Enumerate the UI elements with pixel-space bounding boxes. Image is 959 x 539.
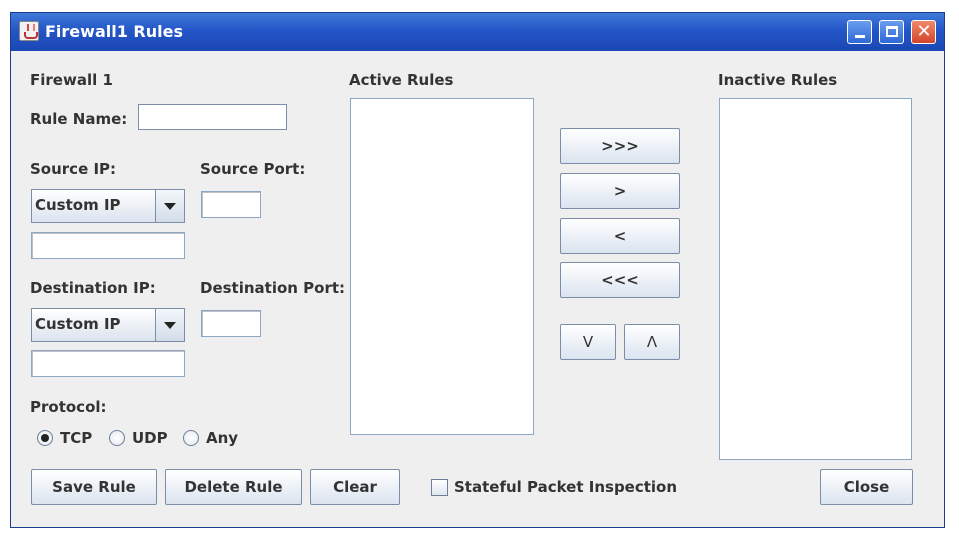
rule-name-input[interactable] [138,104,287,130]
close-icon: ✕ [916,21,932,42]
source-ip-input[interactable] [31,232,185,259]
move-all-right-button[interactable]: >>> [560,128,680,164]
firewall-name-label: Firewall 1 [30,71,113,89]
maximize-button[interactable] [879,20,904,44]
source-ip-select[interactable]: Custom IP [31,189,185,223]
minimize-icon [855,35,865,38]
radio-button[interactable] [183,430,199,446]
destination-ip-selected: Custom IP [35,315,121,333]
source-port-label: Source Port: [200,160,306,178]
active-rules-list[interactable] [350,98,534,435]
protocol-radio-tcp[interactable]: TCP [37,429,117,449]
stateful-inspection-label: Stateful Packet Inspection [454,478,678,496]
move-left-button[interactable]: < [560,218,680,254]
active-rules-label: Active Rules [349,71,454,89]
firewall-rules-window: Firewall1 Rules ✕ Firewall 1 Rule Name: … [10,12,945,528]
radio-button[interactable] [109,430,125,446]
protocol-label: Protocol: [30,398,107,416]
chevron-down-icon[interactable] [155,190,184,222]
move-right-button[interactable]: > [560,173,680,209]
minimize-button[interactable] [847,20,872,44]
close-window-button[interactable]: ✕ [911,20,936,44]
destination-port-label: Destination Port: [200,279,346,297]
window-title: Firewall1 Rules [45,22,183,41]
chevron-down-icon[interactable] [155,309,184,341]
radio-button-selected[interactable] [37,430,53,446]
destination-ip-input[interactable] [31,350,185,377]
move-down-button[interactable]: V [560,324,616,360]
protocol-radio-any[interactable]: Any [183,429,263,449]
protocol-option-label: Any [206,429,239,447]
protocol-radio-udp[interactable]: UDP [109,429,189,449]
inactive-rules-label: Inactive Rules [718,71,838,89]
save-rule-button[interactable]: Save Rule [31,469,157,505]
stateful-inspection-checkbox[interactable]: Stateful Packet Inspection [431,478,677,498]
rule-name-label: Rule Name: [30,110,128,128]
clear-button[interactable]: Clear [310,469,400,505]
source-ip-label: Source IP: [30,160,117,178]
java-icon[interactable] [19,21,39,41]
protocol-option-label: TCP [60,429,93,447]
maximize-icon [886,26,898,37]
close-button[interactable]: Close [820,469,913,505]
destination-ip-label: Destination IP: [30,279,156,297]
source-ip-selected: Custom IP [35,196,121,214]
move-up-button[interactable]: Λ [624,324,680,360]
protocol-option-label: UDP [132,429,168,447]
destination-port-input[interactable] [201,310,261,337]
move-all-left-button[interactable]: <<< [560,262,680,298]
title-bar[interactable]: Firewall1 Rules ✕ [11,13,944,51]
checkbox[interactable] [431,479,448,496]
delete-rule-button[interactable]: Delete Rule [165,469,302,505]
destination-ip-select[interactable]: Custom IP [31,308,185,342]
source-port-input[interactable] [201,191,261,218]
inactive-rules-list[interactable] [719,98,912,460]
